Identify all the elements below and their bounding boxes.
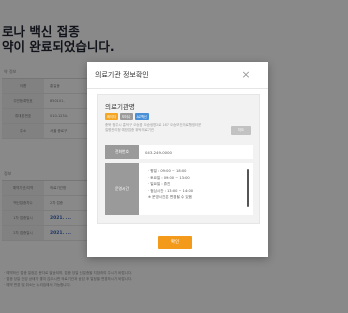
- phone-value: 043-249-0000: [139, 145, 253, 159]
- vaccine-badge: 모더나: [119, 113, 133, 120]
- phone-label: 전화번호: [105, 145, 139, 159]
- hours-item: · 토요일 : 09:00 ~ 13:00: [148, 175, 190, 180]
- scrollbar[interactable]: [247, 169, 249, 207]
- hospital-card: 의료기관명 화이자 모더나 AZ백신 충북 청주시 흥덕구 오송읍 오송생명2로…: [97, 94, 260, 224]
- modal-header: 의료기관 정보확인 ×: [87, 62, 268, 89]
- vaccine-badge: 화이자: [105, 113, 118, 120]
- modal-title: 의료기관 정보확인: [95, 71, 149, 79]
- hours-item: ※ 운영시간은 변경될 수 있음: [148, 195, 192, 200]
- map-button[interactable]: 지도: [231, 126, 251, 135]
- vaccine-badge: AZ백신: [134, 113, 149, 120]
- hours-item: · 점심시간 : 13:00 ~ 14:00: [148, 188, 194, 193]
- hospital-address: 충북 청주시 흥덕구 오송읍 오송생명2로 187 오송보건의료행정타운 질병관…: [105, 123, 225, 133]
- hours-item: · 일요일 : 휴진: [148, 182, 171, 187]
- close-icon[interactable]: ×: [239, 68, 253, 82]
- phone-row: 전화번호 043-249-0000: [105, 145, 253, 159]
- hospital-name: 의료기관명: [105, 103, 135, 111]
- hours-item: · 평일 : 09:00 ~ 18:00: [148, 169, 187, 173]
- hours-label: 운영시간: [105, 163, 139, 215]
- address-line: 질병관리청 예방접종 위탁의료기관: [105, 128, 154, 132]
- hours-list: · 평일 : 09:00 ~ 18:00 · 토요일 : 09:00 ~ 13:…: [139, 163, 253, 215]
- hospital-info-modal: 의료기관 정보확인 × 의료기관명 화이자 모더나 AZ백신 충북 청주시 흥덕…: [87, 62, 268, 257]
- vaccine-badges: 화이자 모더나 AZ백신: [105, 113, 149, 120]
- confirm-button[interactable]: 확인: [158, 236, 192, 249]
- hours-row: 운영시간 · 평일 : 09:00 ~ 18:00 · 토요일 : 09:00 …: [105, 163, 253, 215]
